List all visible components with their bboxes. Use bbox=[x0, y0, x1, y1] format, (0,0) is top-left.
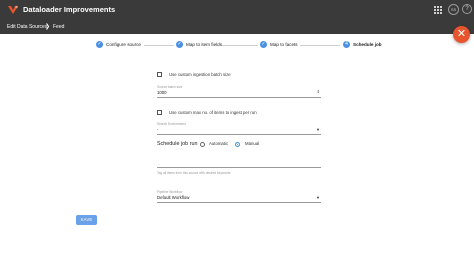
spinner-icon[interactable]: ⇕ bbox=[317, 89, 320, 95]
automatic-radio[interactable] bbox=[200, 141, 205, 147]
batch-size-value[interactable]: 1000 bbox=[157, 90, 167, 96]
breadcrumb: Edit Data Sources ❯ Feed bbox=[0, 20, 474, 34]
batch-size-label: Source batch size bbox=[157, 85, 183, 89]
check-icon: ✓ bbox=[260, 41, 267, 48]
manual-radio[interactable] bbox=[235, 141, 240, 147]
step-label: Map to item fields bbox=[186, 42, 222, 47]
max-items-label: Search Environment bbox=[157, 122, 186, 126]
custom-max-items-checkbox[interactable] bbox=[157, 110, 162, 115]
dropdown-arrow-icon[interactable]: ▼ bbox=[316, 195, 320, 201]
breadcrumb-feed: Feed bbox=[53, 24, 65, 30]
logo-icon[interactable] bbox=[7, 4, 19, 16]
help-icon[interactable]: ? bbox=[462, 4, 472, 14]
breadcrumb-edit-data-sources[interactable]: Edit Data Sources bbox=[7, 23, 47, 31]
check-icon: ✓ bbox=[176, 41, 183, 48]
schedule-job-run: Schedule job run Automatic Manual bbox=[157, 140, 321, 149]
wizard-stepper: ✓ Configure source ✓ Map to item fields … bbox=[0, 34, 474, 56]
save-button[interactable]: SAVE bbox=[76, 215, 97, 225]
top-app-bar: Dataloader Improvements SS ? bbox=[0, 0, 474, 20]
step-label: Configure source bbox=[106, 42, 141, 47]
field-underline bbox=[157, 202, 321, 203]
field-underline bbox=[157, 97, 321, 98]
max-items-field[interactable]: Search Environment - ▼ bbox=[157, 122, 321, 136]
dropdown-arrow-icon[interactable]: ▼ bbox=[316, 127, 320, 133]
custom-max-items-row: Use custom max no. of items to ingest pe… bbox=[157, 110, 321, 118]
custom-batch-size-label: Use custom ingestion batch size bbox=[169, 72, 231, 77]
max-items-value[interactable]: - bbox=[157, 127, 158, 133]
batch-size-field[interactable]: Source batch size 1000 ⇕ bbox=[157, 85, 321, 99]
step-label: Map to facets bbox=[270, 42, 298, 47]
step-connector bbox=[222, 44, 258, 46]
custom-batch-size-checkbox[interactable] bbox=[157, 72, 162, 77]
custom-max-items-label: Use custom max no. of items to ingest pe… bbox=[169, 110, 257, 115]
manual-radio-label[interactable]: Manual bbox=[245, 140, 259, 148]
app-title: Dataloader Improvements bbox=[23, 5, 116, 14]
schedule-job-run-label: Schedule job run bbox=[157, 141, 198, 147]
field-underline bbox=[157, 134, 321, 135]
chevron-right-icon: ❯ bbox=[45, 24, 51, 30]
step-label: Schedule job bbox=[353, 42, 382, 47]
avatar[interactable]: SS bbox=[448, 4, 459, 15]
pipeline-workflow-field[interactable]: Pipeline Workflow Default Workflow ▼ bbox=[157, 190, 321, 204]
apps-grid-icon[interactable] bbox=[434, 6, 442, 14]
tags-hint: Tag all items from this source with desi… bbox=[157, 171, 231, 175]
check-icon: ✓ bbox=[96, 41, 103, 48]
step-number-badge: 4 bbox=[343, 41, 350, 48]
tags-input-underline[interactable] bbox=[157, 167, 321, 168]
step-connector bbox=[144, 44, 174, 46]
pipeline-workflow-value[interactable]: Default Workflow bbox=[157, 195, 189, 201]
step-connector bbox=[300, 44, 340, 46]
pipeline-workflow-label: Pipeline Workflow bbox=[157, 190, 183, 194]
automatic-radio-label[interactable]: Automatic bbox=[209, 140, 228, 148]
custom-batch-size-row: Use custom ingestion batch size bbox=[157, 72, 321, 80]
